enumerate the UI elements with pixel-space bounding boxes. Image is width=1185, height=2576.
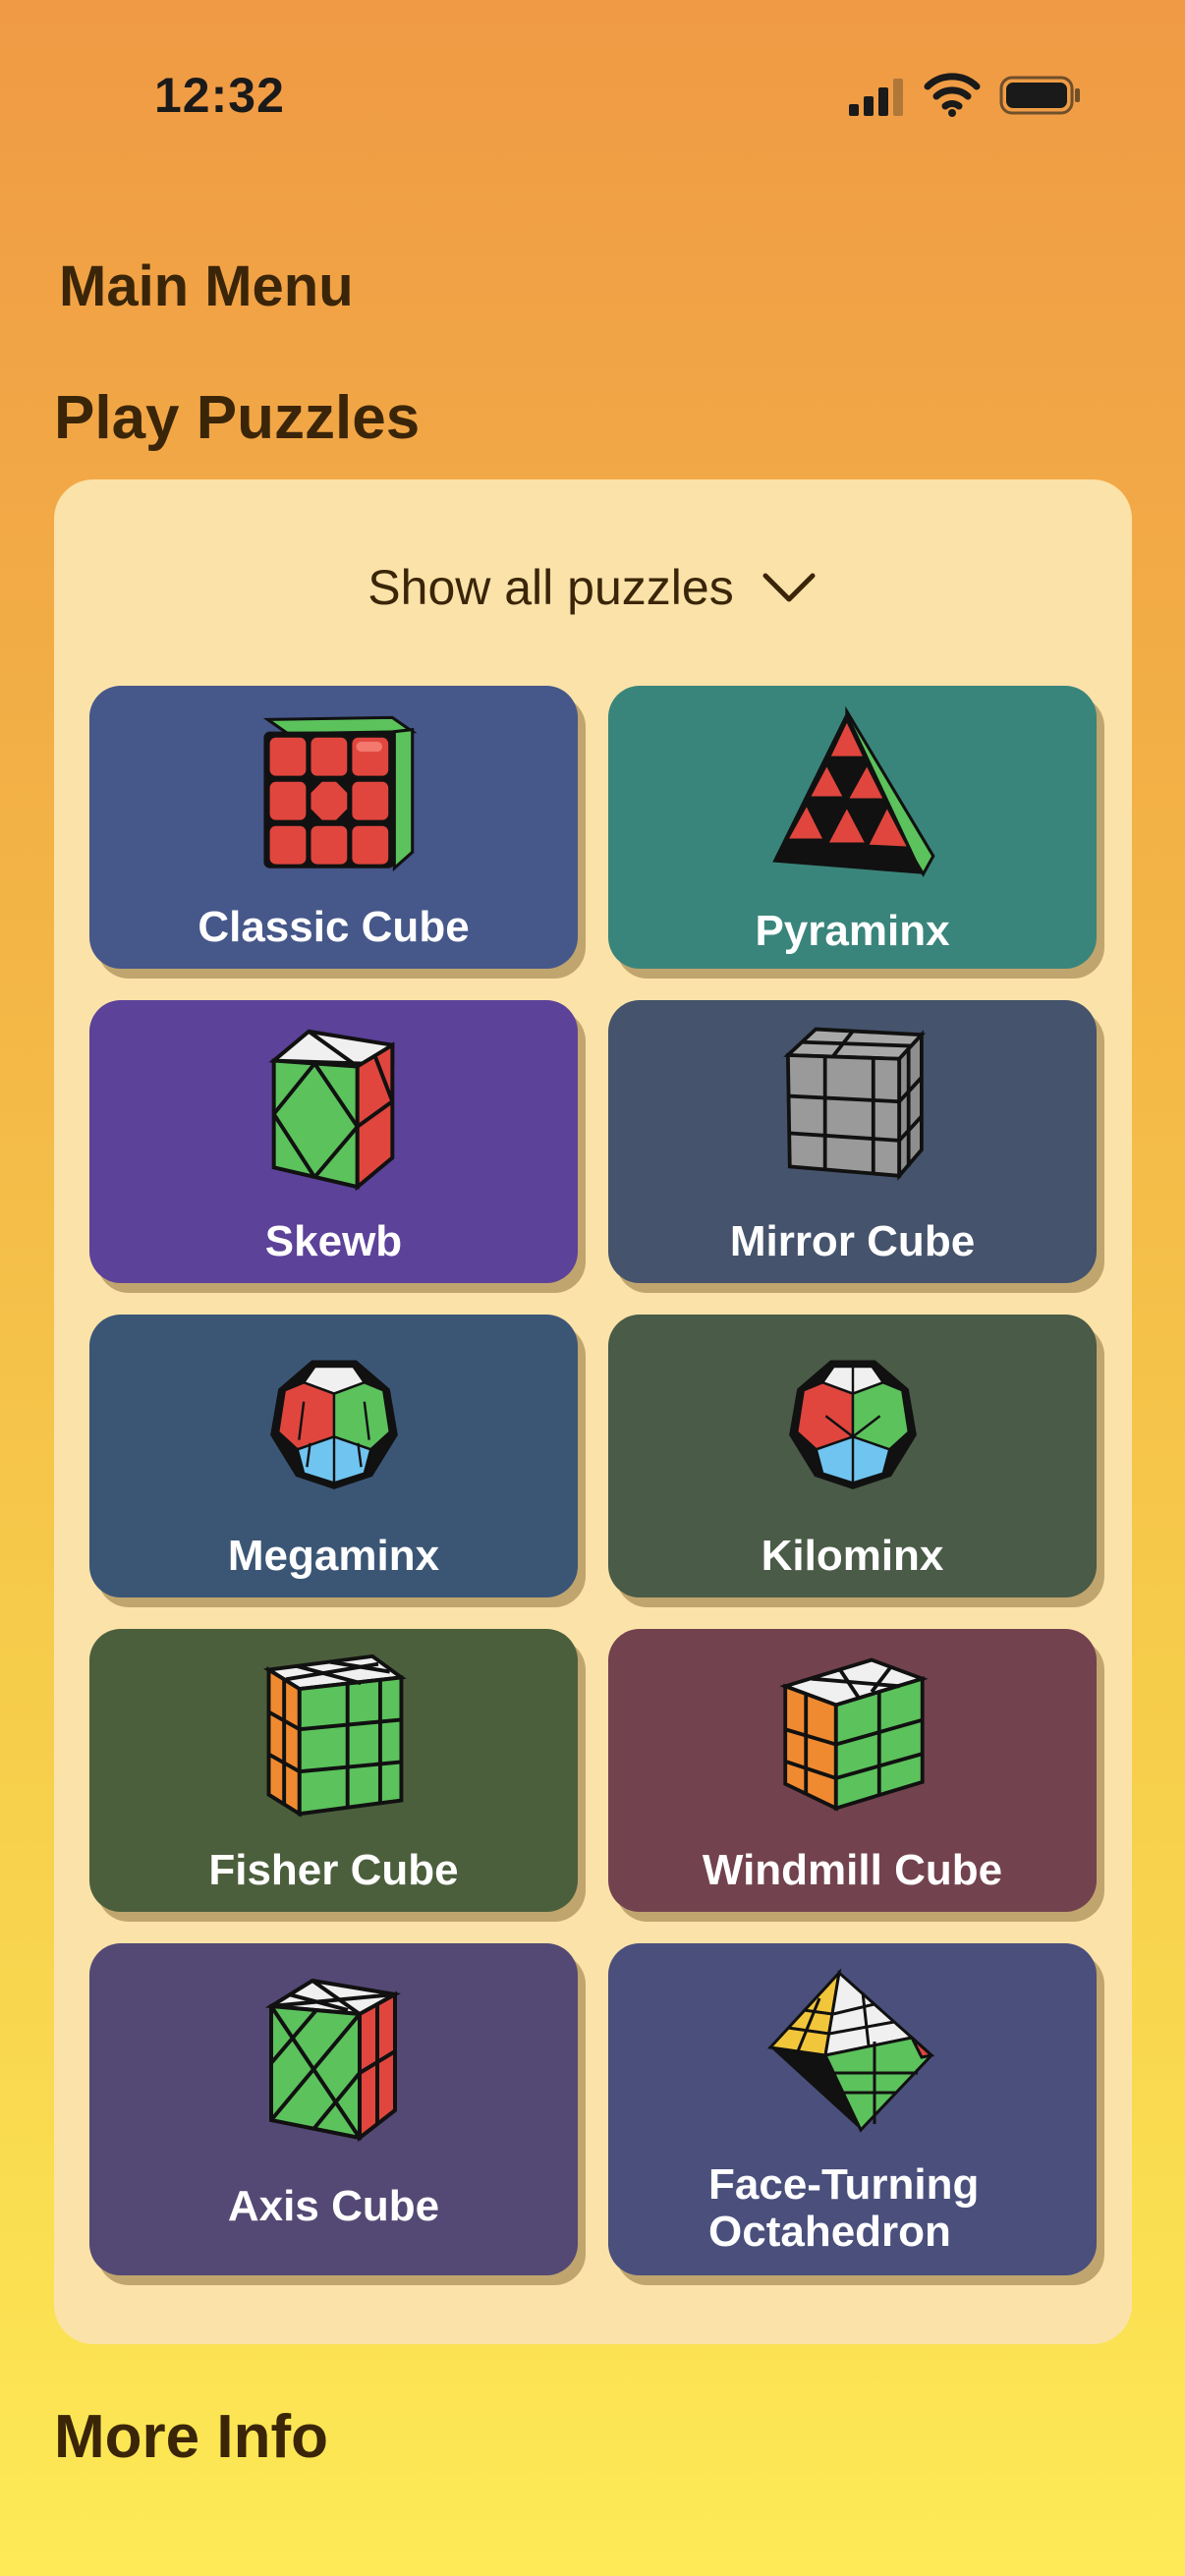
puzzle-panel: Show all puzzles Classic Cube Pyraminx S… [54, 479, 1132, 2344]
more-info-heading: More Info [54, 2403, 328, 2471]
tile-label: Axis Cube [227, 2182, 440, 2230]
tile-label: Pyraminx [755, 907, 950, 955]
classic-cube-icon [262, 715, 417, 872]
play-puzzles-heading: Play Puzzles [54, 384, 421, 452]
page-title: Main Menu [59, 254, 354, 318]
mirror-cube-icon [782, 1027, 926, 1181]
puzzle-tile-windmill-cube[interactable]: Windmill Cube [608, 1629, 1097, 1912]
status-bar: 12:32 [0, 0, 1185, 187]
tile-label: Classic Cube [198, 903, 470, 951]
puzzle-tile-axis-cube[interactable]: Axis Cube [89, 1943, 578, 2275]
tile-label: Megaminx [227, 1532, 440, 1580]
tile-label: Windmill Cube [702, 1846, 1003, 1894]
tile-label: Kilominx [761, 1532, 944, 1580]
puzzle-tile-megaminx[interactable]: Megaminx [89, 1315, 578, 1597]
status-time: 12:32 [154, 68, 285, 123]
show-all-puzzles-button[interactable]: Show all puzzles [54, 538, 1132, 637]
pyraminx-icon [771, 705, 935, 877]
chevron-down-icon [762, 573, 816, 602]
puzzle-tile-fisher-cube[interactable]: Fisher Cube [89, 1629, 578, 1912]
tile-label: Fisher Cube [208, 1846, 459, 1894]
puzzle-tile-kilominx[interactable]: Kilominx [608, 1315, 1097, 1597]
puzzle-tile-face-turning-octahedron[interactable]: Face-Turning Octahedron [608, 1943, 1097, 2275]
puzzle-tile-pyraminx[interactable]: Pyraminx [608, 686, 1097, 969]
tile-label: Mirror Cube [729, 1217, 976, 1265]
kilominx-icon [788, 1360, 917, 1489]
tile-label: Face-Turning Octahedron [708, 2160, 980, 2257]
face-turning-octahedron-icon [766, 1968, 934, 2133]
battery-icon [999, 76, 1080, 115]
wifi-icon [924, 73, 981, 117]
show-all-puzzles-label: Show all puzzles [367, 560, 734, 615]
tile-label: Skewb [264, 1217, 403, 1265]
megaminx-icon [269, 1360, 398, 1489]
skewb-icon [267, 1029, 394, 1192]
cellular-signal-icon [849, 79, 903, 116]
windmill-cube-icon [778, 1657, 929, 1812]
axis-cube-icon [264, 1978, 401, 2143]
puzzle-tile-skewb[interactable]: Skewb [89, 1000, 578, 1283]
puzzle-tile-mirror-cube[interactable]: Mirror Cube [608, 1000, 1097, 1283]
fisher-cube-icon [262, 1653, 407, 1818]
puzzle-tile-classic-cube[interactable]: Classic Cube [89, 686, 578, 969]
